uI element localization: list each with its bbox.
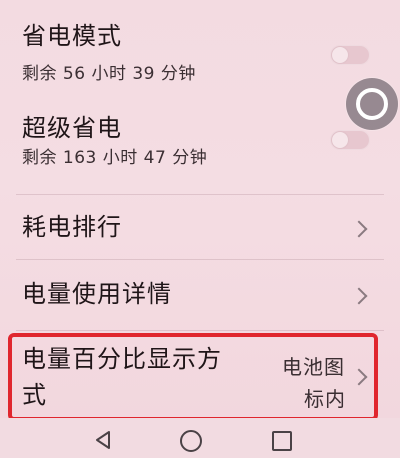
home-circle-icon[interactable]: [180, 430, 202, 452]
battery-percentage-display-value-line2: 标内: [304, 387, 346, 411]
power-saving-title: 省电模式: [22, 22, 122, 50]
chevron-right-icon: [350, 220, 368, 238]
battery-percentage-display-title-line1: 电量百分比显示方: [22, 345, 222, 373]
power-saving-toggle[interactable]: [330, 45, 370, 65]
back-triangle-icon[interactable]: [94, 430, 112, 450]
ultra-power-saving-title: 超级省电: [22, 114, 122, 142]
battery-percentage-display-row[interactable]: 电量百分比显示方 式 电池图 标内: [0, 331, 400, 419]
chevron-right-icon: [350, 368, 368, 386]
recent-apps-square-icon[interactable]: [272, 431, 292, 451]
battery-usage-details-title: 电量使用详情: [22, 280, 172, 308]
power-ranking-title: 耗电排行: [22, 213, 122, 241]
power-saving-remaining: 剩余 56 小时 39 分钟: [22, 64, 196, 84]
ultra-power-saving-row[interactable]: 超级省电 剩余 163 小时 47 分钟: [0, 100, 400, 195]
chevron-right-icon: [350, 287, 368, 305]
ultra-power-saving-toggle[interactable]: [330, 130, 370, 150]
battery-percentage-display-title-line2: 式: [22, 381, 47, 409]
battery-usage-details-row[interactable]: 电量使用详情: [0, 260, 400, 330]
navigation-bar: [0, 418, 400, 458]
ultra-power-saving-remaining: 剩余 163 小时 47 分钟: [22, 148, 208, 168]
toggle-knob: [332, 47, 348, 63]
toggle-knob: [332, 132, 348, 148]
power-ranking-row[interactable]: 耗电排行: [0, 195, 400, 259]
battery-percentage-display-value-line1: 电池图: [282, 355, 345, 379]
battery-settings-screen: 省电模式 剩余 56 小时 39 分钟 超级省电 剩余 163 小时 47 分钟…: [0, 0, 400, 458]
power-saving-row[interactable]: 省电模式 剩余 56 小时 39 分钟: [0, 0, 400, 100]
